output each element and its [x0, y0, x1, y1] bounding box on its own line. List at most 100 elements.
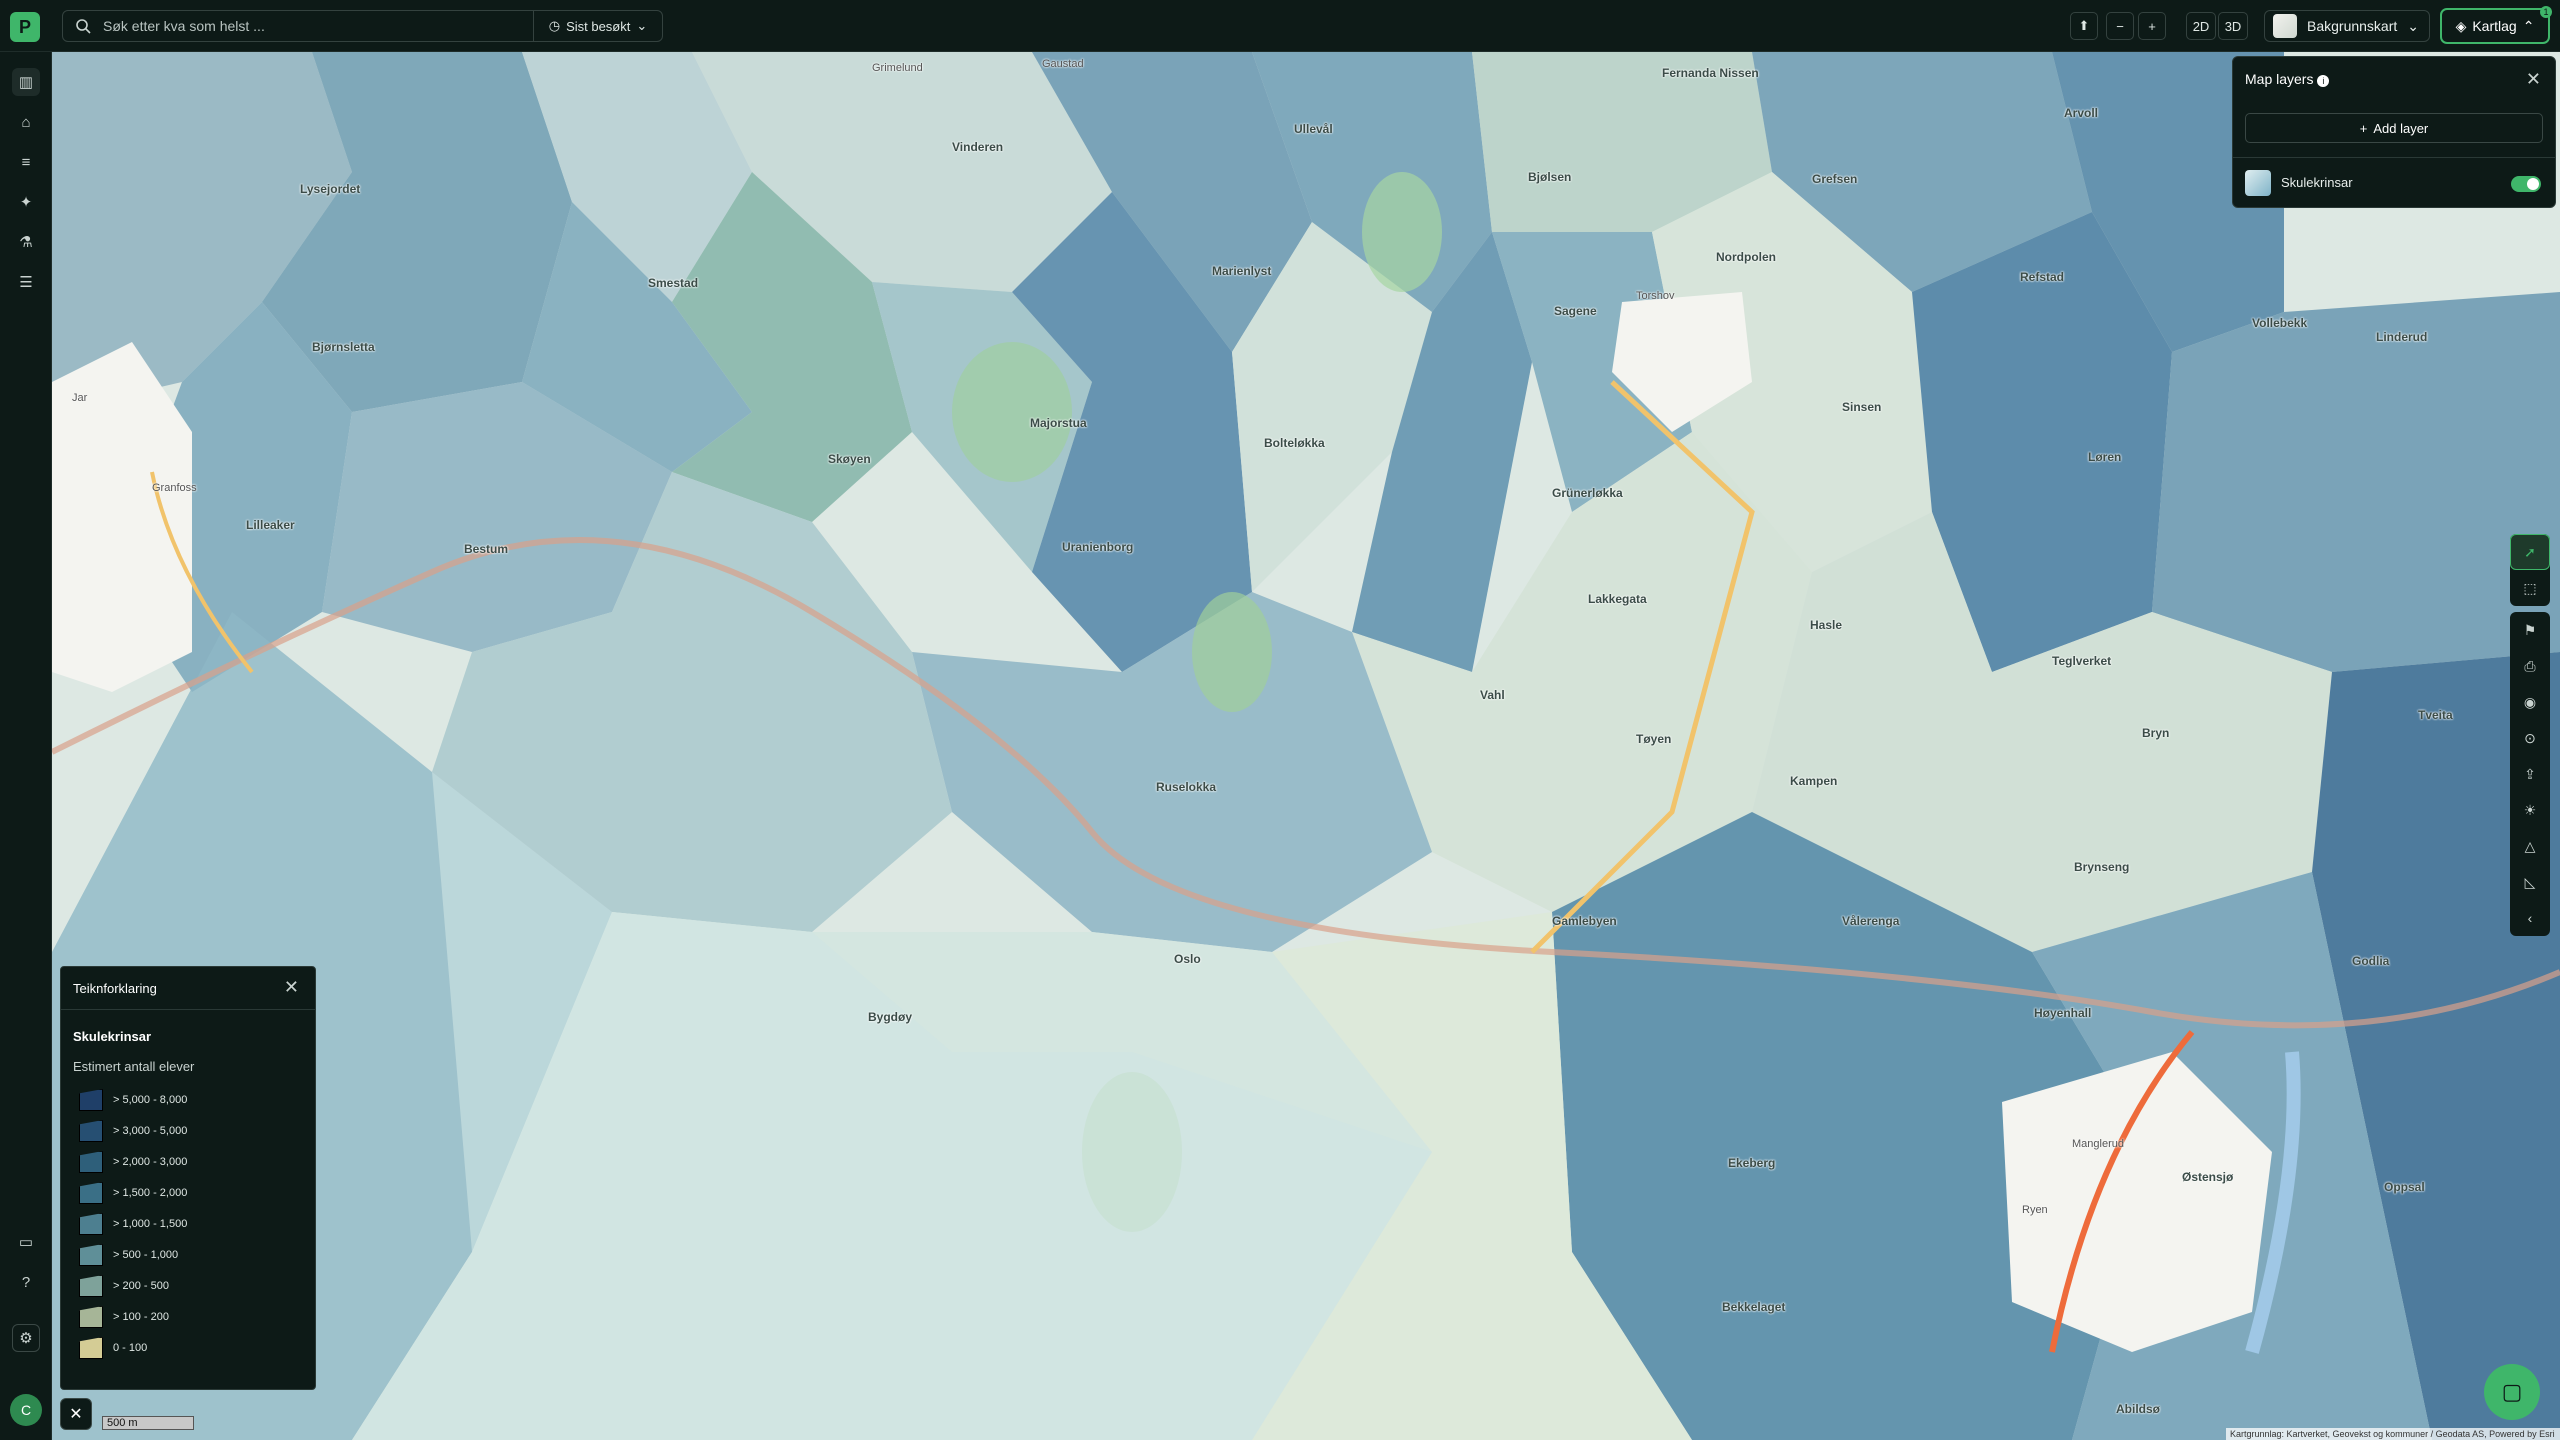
place-label: Lakkegata	[1588, 592, 1647, 606]
place-label: Vollebekk	[2252, 316, 2308, 330]
settings-icon[interactable]: ⚙	[12, 1324, 40, 1352]
pointer-tool-icon[interactable]: ➚	[2510, 534, 2550, 570]
place-label: Ullevål	[1294, 122, 1333, 136]
attribution-text: Kartgrunnlag: Kartverket, Geovekst og ko…	[2230, 1429, 2555, 1439]
map-canvas[interactable]: Fernanda Nissen Grefsen Arvoll Grimelund Gau…	[52, 52, 2560, 1440]
box-select-icon[interactable]: ⬚	[2510, 570, 2550, 606]
legend-item-label: > 500 - 1,000	[113, 1249, 179, 1261]
legend-title: Teiknforklaring	[73, 981, 157, 996]
add-layer-button[interactable]: + Add layer	[2245, 113, 2543, 143]
legend-item-label: > 100 - 200	[113, 1311, 169, 1323]
place-label: Lilleaker	[246, 518, 295, 532]
user-avatar[interactable]: C	[10, 1394, 42, 1426]
place-label: Torshov	[1636, 290, 1675, 302]
map-icon[interactable]: ▥	[12, 68, 40, 96]
locate-icon[interactable]: ⊙	[2510, 720, 2550, 756]
list-icon[interactable]: ≡	[12, 148, 40, 176]
place-label: Manglerud	[2072, 1138, 2124, 1150]
place-label: Ruselokka	[1156, 780, 1217, 794]
layer-thumbnail	[2245, 169, 2271, 196]
compass-icon: ⬆	[2078, 18, 2090, 33]
zoom-out-button[interactable]: −	[2106, 12, 2134, 40]
plus-icon: +	[2359, 120, 2368, 136]
layers-icon: ◈	[2455, 17, 2467, 34]
basemap-thumbnail	[2273, 14, 2297, 38]
scale-bar: 500 m	[102, 1416, 194, 1430]
place-label: Refstad	[2020, 270, 2065, 284]
place-label: Linderud	[2376, 330, 2428, 344]
camera-icon[interactable]: ◉	[2510, 684, 2550, 720]
chat-button[interactable]: ▢	[2484, 1364, 2540, 1420]
view-2d-button[interactable]: 2D	[2186, 12, 2216, 40]
basemap-label: Bakgrunnskart	[2307, 18, 2398, 34]
filter-icon[interactable]: ☰	[12, 268, 40, 296]
place-label: Oslo	[1174, 952, 1201, 966]
chevron-up-icon: ⌃	[2522, 17, 2535, 34]
legend-panel: Teiknforklaring ✕ Skulekrinsar Estimert …	[60, 966, 316, 1390]
close-icon[interactable]: ✕	[284, 977, 299, 998]
selection-tools: ➚ ⬚	[2510, 534, 2550, 606]
place-label: Tveita	[2418, 708, 2453, 722]
place-label: Grimelund	[872, 62, 923, 74]
app-logo[interactable]: P	[10, 12, 40, 42]
place-label: Granfoss	[152, 482, 197, 494]
place-label: Bekkelaget	[1722, 1300, 1786, 1314]
place-label: Løren	[2088, 450, 2122, 464]
sun-icon[interactable]: ☀	[2510, 792, 2550, 828]
panel-title-text: Map layers	[2245, 71, 2314, 87]
place-label: Gaustad	[1042, 58, 1084, 70]
legend-item: > 2,000 - 3,000	[79, 1151, 187, 1173]
recent-label: Sist besøkt	[566, 18, 631, 34]
layers-button[interactable]: ◈ Kartlag ⌃ 1	[2440, 6, 2552, 44]
place-label: Ryen	[2022, 1204, 2048, 1216]
recent-dropdown[interactable]: ◷ Sist besøkt ⌄	[533, 10, 663, 42]
add-layer-label: Add layer	[2373, 120, 2429, 136]
place-label: Vahl	[1480, 688, 1505, 702]
comment-icon[interactable]: ▭	[12, 1228, 40, 1256]
close-scale-button[interactable]: ✕	[60, 1398, 92, 1430]
place-label: Grünerløkka	[1552, 486, 1623, 500]
export-icon[interactable]: ⇪	[2510, 756, 2550, 792]
park-area	[1362, 172, 1442, 292]
legend-swatch	[79, 1337, 103, 1359]
legend-swatch	[79, 1182, 103, 1204]
place-label: Vålerenga	[1842, 914, 1900, 928]
legend-item: > 5,000 - 8,000	[79, 1089, 187, 1111]
view-3d-button[interactable]: 3D	[2218, 12, 2248, 40]
shadow-icon[interactable]: ◺	[2510, 864, 2550, 900]
place-label: Nordpolen	[1716, 250, 1776, 264]
place-label: Bryn	[2142, 726, 2170, 740]
search-box[interactable]	[62, 10, 534, 42]
place-label: Smestad	[648, 276, 699, 290]
measure-icon[interactable]: △	[2510, 828, 2550, 864]
legend-divider	[61, 1009, 315, 1010]
compass-button[interactable]: ⬆	[2070, 12, 2098, 40]
map-layer	[52, 52, 2560, 1440]
place-label: Hasle	[1810, 618, 1843, 632]
bookmark-icon[interactable]: ⚑	[2510, 612, 2550, 648]
map-attribution: Kartgrunnlag: Kartverket, Geovekst og ko…	[2226, 1428, 2560, 1440]
close-icon: ✕	[69, 1406, 83, 1423]
legend-item-label: 0 - 100	[113, 1342, 148, 1354]
print-icon[interactable]: ⎙	[2510, 648, 2550, 684]
layer-row[interactable]: Skulekrinsar	[2233, 157, 2555, 207]
flask-icon[interactable]: ⚗	[12, 228, 40, 256]
search-input[interactable]	[101, 17, 501, 35]
place-label: Ekeberg	[1728, 1156, 1776, 1170]
basemap-dropdown[interactable]: Bakgrunnskart ⌄	[2264, 10, 2430, 42]
place-label: Sinsen	[1842, 400, 1882, 414]
close-icon[interactable]: ✕	[2526, 69, 2541, 90]
layer-visibility-toggle[interactable]	[2511, 176, 2541, 192]
sparkle-icon[interactable]: ✦	[12, 188, 40, 216]
help-icon[interactable]: ?	[12, 1268, 40, 1296]
place-label: Bjølsen	[1528, 170, 1572, 184]
info-icon[interactable]: i	[2317, 75, 2330, 87]
tag-icon[interactable]: ⌂	[12, 108, 40, 136]
place-label: Abildsø	[2116, 1402, 2160, 1416]
collapse-icon[interactable]: ‹	[2510, 900, 2550, 936]
place-label: Skøyen	[828, 452, 871, 466]
place-label: Høyenhall	[2034, 1006, 2092, 1020]
zoom-in-button[interactable]: +	[2138, 12, 2166, 40]
place-label: Sagene	[1554, 304, 1597, 318]
zoom-in-label: +	[2148, 18, 2156, 34]
